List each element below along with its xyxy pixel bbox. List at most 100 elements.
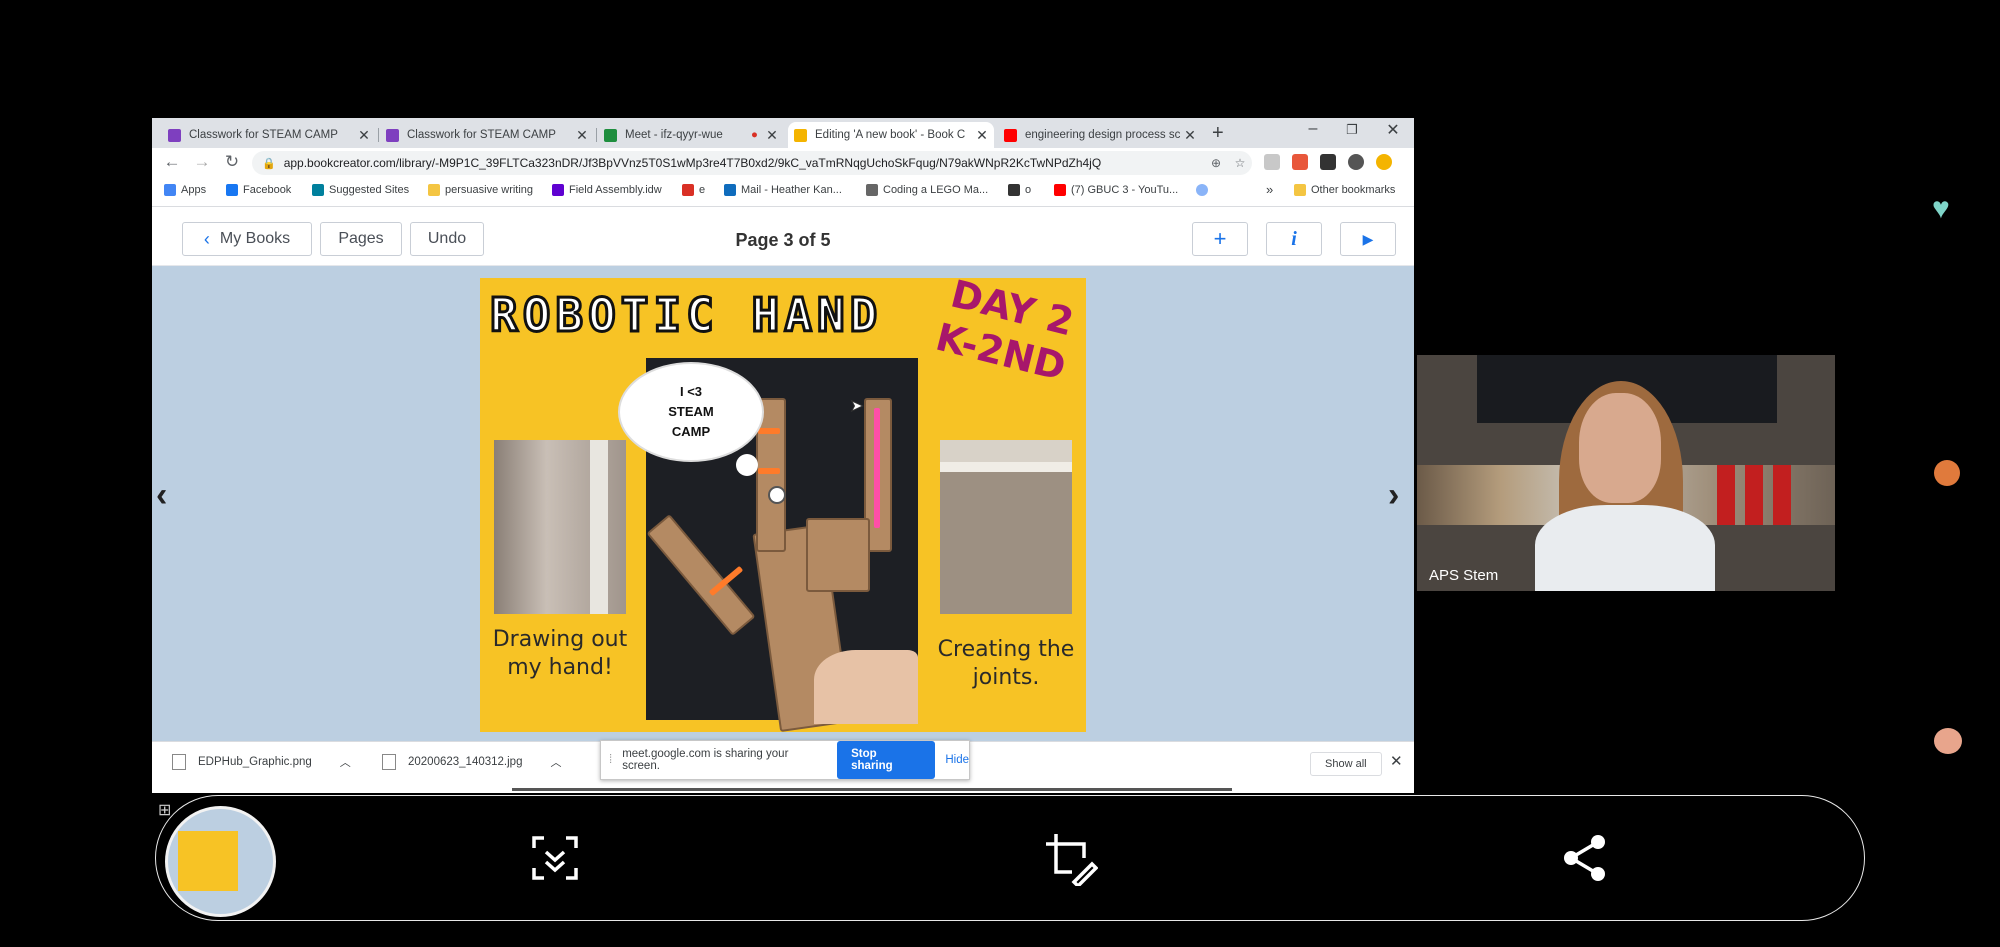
paw-icon[interactable] <box>1934 728 1962 754</box>
scrollbar[interactable] <box>512 788 1232 791</box>
download-item[interactable]: EDPHub_Graphic.png ︿ <box>172 754 351 770</box>
play-button[interactable]: ▶ <box>1340 222 1396 256</box>
scroll-capture-icon[interactable] <box>530 834 580 892</box>
heart-icon[interactable]: ♥ <box>1932 192 1950 226</box>
url-text: app.bookcreator.com/library/-M9P1C_39FLT… <box>283 156 1102 170</box>
joint-band <box>758 468 780 474</box>
close-icon[interactable]: ✕ <box>1390 752 1403 770</box>
close-icon[interactable]: ✕ <box>574 127 590 144</box>
bookmark-label: Coding a LEGO Ma... <box>883 184 989 196</box>
bookmarks-overflow-button[interactable]: » <box>1266 182 1273 197</box>
extension-grid-icon[interactable] <box>1320 154 1336 170</box>
crop-edit-icon[interactable] <box>1044 832 1099 896</box>
tab-classwork-2[interactable]: Classwork for STEAM CAMP ✕ <box>380 122 594 148</box>
gmail-icon <box>682 184 694 196</box>
tab-book-creator[interactable]: Editing 'A new book' - Book C ✕ <box>788 122 994 148</box>
extension-icon[interactable] <box>1292 154 1308 170</box>
pages-button[interactable]: Pages <box>320 222 402 256</box>
file-icon <box>172 754 186 770</box>
tab-meet[interactable]: Meet - ifz-qyyr-wue ● ✕ <box>598 122 784 148</box>
bookmark-gmail[interactable]: e <box>682 184 705 196</box>
extension-icon[interactable] <box>1264 154 1280 170</box>
restore-button[interactable]: ❐ <box>1337 122 1367 138</box>
caption-text: Drawing out <box>492 627 628 652</box>
bookmark-label: e <box>699 184 706 196</box>
bookmark-star-icon[interactable]: ☆ <box>1228 156 1252 170</box>
screenshot-thumbnail[interactable] <box>165 806 276 917</box>
next-page-arrow[interactable]: › <box>1388 476 1399 515</box>
cat-icon[interactable] <box>1934 460 1960 486</box>
folder-icon <box>428 184 440 196</box>
bookmark-facebook[interactable]: Facebook <box>226 184 291 196</box>
page-poster[interactable]: ROBOTIC HAND DAY 2 K-2ND I <3 STEAM CAMP… <box>480 278 1086 732</box>
chevron-up-icon[interactable]: ︿ <box>550 754 561 770</box>
tab-label: Classwork for STEAM CAMP <box>189 129 338 141</box>
minimize-button[interactable]: – <box>1298 120 1328 138</box>
tab-label: engineering design process sc <box>1025 129 1181 141</box>
facebook-icon <box>226 184 238 196</box>
bookmark-o[interactable]: o <box>1008 184 1031 196</box>
extension-icon[interactable] <box>1376 154 1392 170</box>
bubble-text: STEAM <box>668 404 714 419</box>
share-icon[interactable] <box>1562 834 1608 892</box>
page-indicator: Page 3 of 5 <box>735 230 831 250</box>
drag-handle-icon[interactable]: ⁞ <box>609 754 612 766</box>
bookmark-other[interactable]: Other bookmarks <box>1294 184 1395 196</box>
thought-bubble[interactable]: I <3 STEAM CAMP <box>618 362 764 462</box>
photo-creating-joints[interactable] <box>940 440 1072 614</box>
photo-drawing-hand[interactable] <box>494 440 626 614</box>
new-tab-button[interactable]: + <box>1212 122 1224 145</box>
participant-video-tile[interactable]: APS Stem <box>1417 355 1835 591</box>
close-icon[interactable]: ✕ <box>1182 127 1198 144</box>
bookmark-field-assembly[interactable]: Field Assembly.idw <box>552 184 662 196</box>
book-creator-header: ‹ My Books Pages Undo Page 3 of 5 + i ▶ <box>152 207 1414 266</box>
forward-button[interactable]: → <box>190 152 214 172</box>
book-creator-icon <box>794 128 807 142</box>
youtube-icon <box>1004 128 1017 142</box>
close-icon[interactable]: ✕ <box>974 127 990 144</box>
previous-page-arrow[interactable]: ‹ <box>156 476 167 515</box>
bookmarks-bar: Apps Facebook Suggested Sites persuasive… <box>152 178 1414 207</box>
stop-sharing-button[interactable]: Stop sharing <box>837 741 936 779</box>
close-icon[interactable]: ✕ <box>764 127 780 144</box>
knuckle-image <box>806 518 870 592</box>
address-bar[interactable]: 🔒 app.bookcreator.com/library/-M9P1C_39F… <box>252 151 1252 175</box>
bookmark-mail[interactable]: Mail - Heather Kan... <box>724 184 842 196</box>
show-all-button[interactable]: Show all <box>1310 752 1382 776</box>
close-window-button[interactable]: ✕ <box>1378 120 1408 140</box>
close-icon[interactable]: ✕ <box>356 127 372 144</box>
bookmark-label: Mail - Heather Kan... <box>741 184 842 196</box>
poster-title: ROBOTIC HAND <box>488 287 883 344</box>
joint-band <box>758 428 780 434</box>
mouse-cursor-icon: ➤ <box>849 398 864 416</box>
caption-right[interactable]: Creating the joints. <box>930 636 1082 692</box>
bookmark-globe[interactable] <box>1196 184 1213 196</box>
hand-image <box>814 650 918 724</box>
bookmark-persuasive-writing[interactable]: persuasive writing <box>428 184 533 196</box>
bookmark-youtube[interactable]: (7) GBUC 3 - YouTu... <box>1054 184 1178 196</box>
back-button[interactable]: ← <box>160 152 184 172</box>
reload-button[interactable]: ↻ <box>220 152 244 172</box>
hide-button[interactable]: Hide <box>945 754 969 766</box>
add-button[interactable]: + <box>1192 222 1248 256</box>
bookmark-suggested-sites[interactable]: Suggested Sites <box>312 184 409 196</box>
caption-left[interactable]: Drawing out my hand! <box>490 626 630 682</box>
tab-label: Editing 'A new book' - Book C <box>815 129 966 141</box>
download-item[interactable]: 20200623_140312.jpg ︿ <box>382 754 561 770</box>
profile-avatar[interactable] <box>1348 154 1364 170</box>
downloads-bar: EDPHub_Graphic.png ︿ 20200623_140312.jpg… <box>152 740 1414 788</box>
background-cups <box>1717 465 1797 525</box>
tab-youtube[interactable]: engineering design process sc ✕ <box>998 122 1202 148</box>
youtube-icon <box>1054 184 1066 196</box>
page-icon <box>866 184 878 196</box>
tab-label: Classwork for STEAM CAMP <box>407 129 556 141</box>
bookmark-coding-lego[interactable]: Coding a LEGO Ma... <box>866 184 988 196</box>
chevron-up-icon[interactable]: ︿ <box>340 754 351 770</box>
zoom-icon[interactable]: ⊕ <box>1204 156 1228 170</box>
my-books-button[interactable]: ‹ My Books <box>182 222 312 256</box>
yahoo-icon <box>552 184 564 196</box>
info-button[interactable]: i <box>1266 222 1322 256</box>
tab-classwork-1[interactable]: Classwork for STEAM CAMP ✕ <box>162 122 376 148</box>
undo-button[interactable]: Undo <box>410 222 484 256</box>
bookmark-apps[interactable]: Apps <box>164 184 206 196</box>
